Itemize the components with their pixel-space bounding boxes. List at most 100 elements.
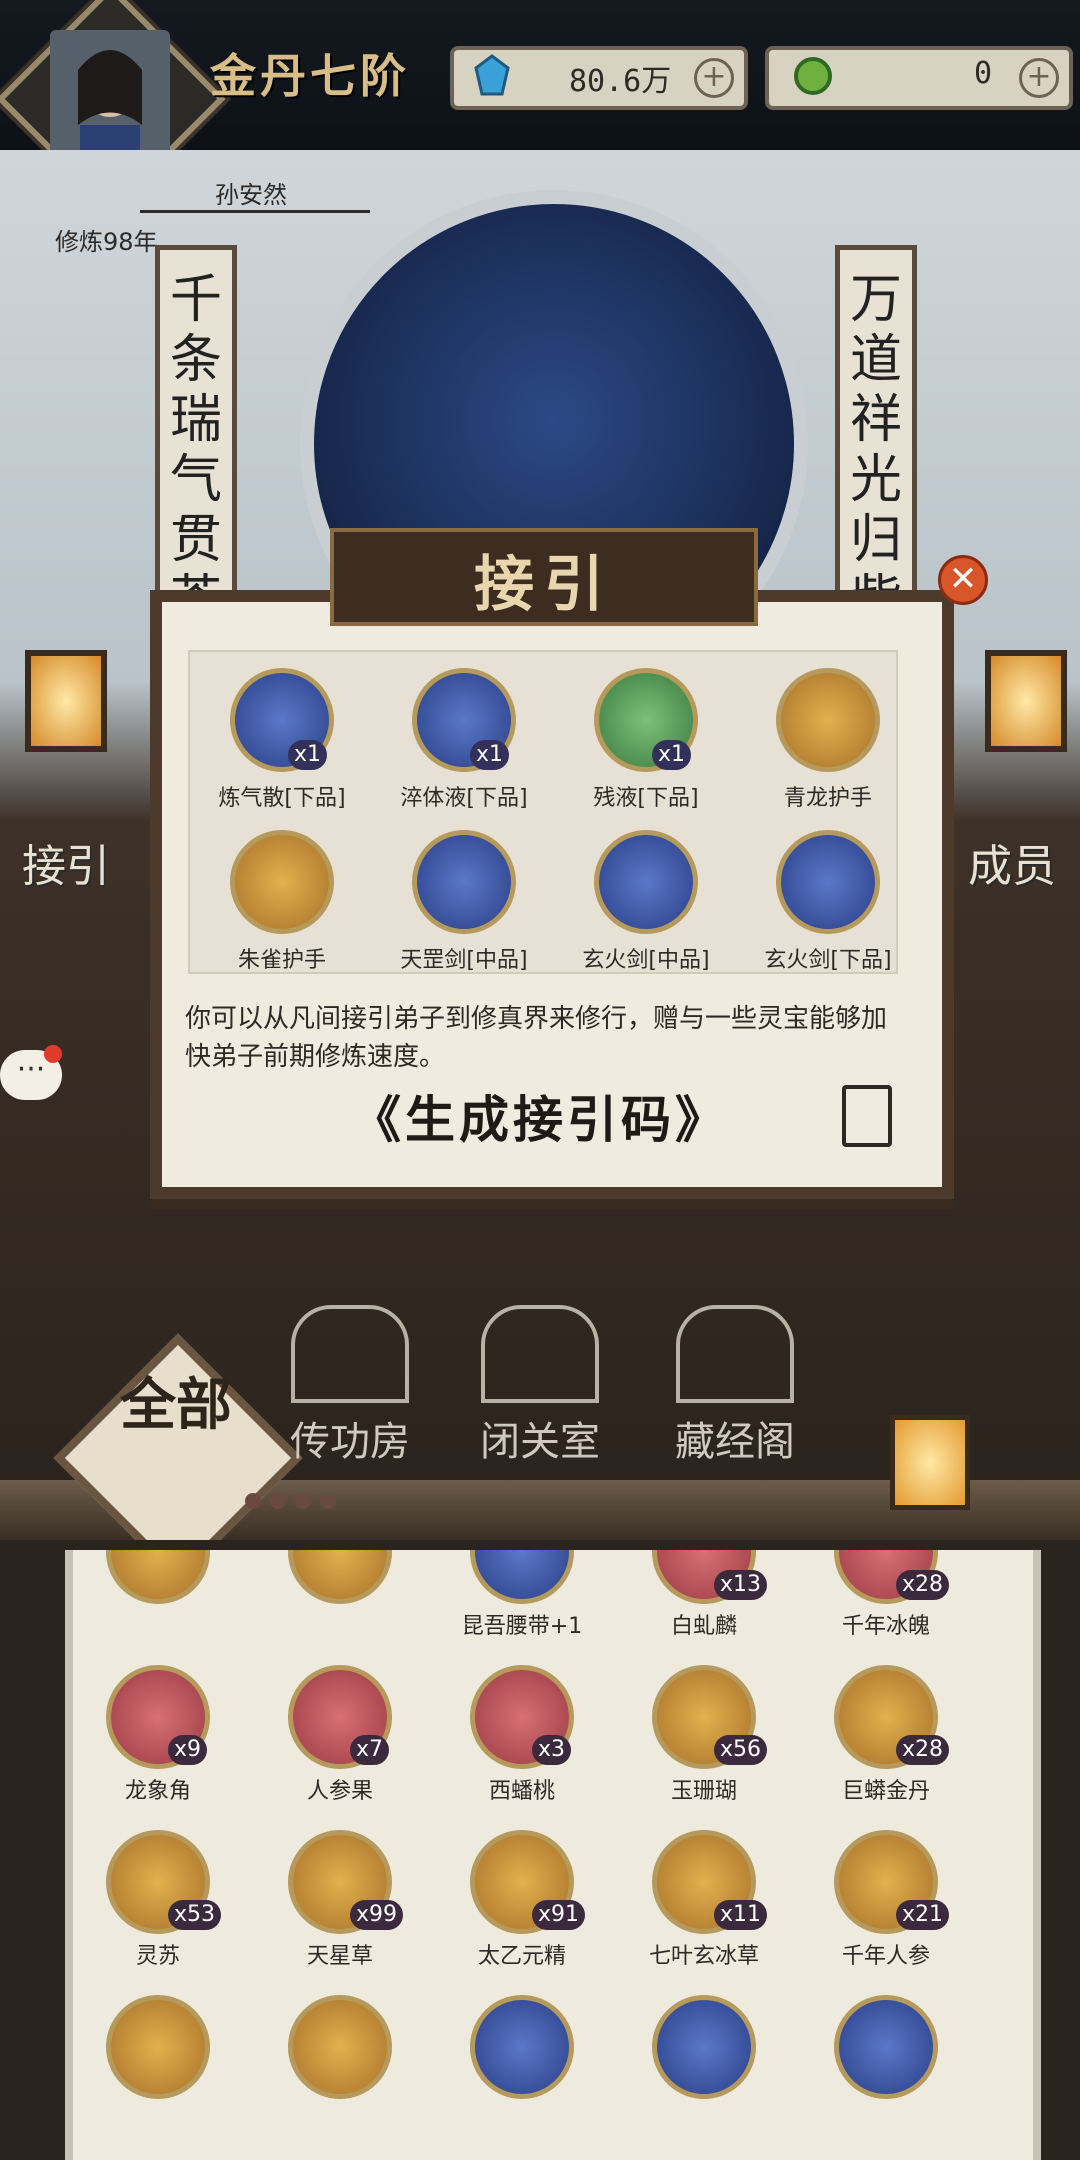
- close-button[interactable]: ✕: [938, 555, 988, 605]
- item-quantity: x7: [350, 1735, 390, 1765]
- couplet-left: 千条瑞气贯苍: [155, 245, 237, 630]
- inventory-item[interactable]: [73, 1550, 248, 1665]
- lantern-right: [985, 650, 1067, 752]
- page-dot[interactable]: [295, 1493, 311, 1509]
- add-spirit-stone-button[interactable]: +: [694, 58, 734, 98]
- members-side-button[interactable]: 成员: [968, 830, 1056, 894]
- room-teaching[interactable]: 传功房: [270, 1305, 430, 1467]
- jade-icon: [794, 57, 832, 95]
- inventory-item[interactable]: x3 西蟠桃: [432, 1665, 612, 1830]
- item-label: 玄火剑[中品]: [582, 948, 710, 973]
- pavilion-icon: [676, 1305, 794, 1403]
- item-label: 玄火剑[下品]: [764, 948, 892, 973]
- item-quantity: x1: [470, 740, 510, 770]
- gift-item[interactable]: 玄火剑[中品]: [556, 820, 736, 980]
- room-library[interactable]: 藏经阁: [655, 1305, 815, 1467]
- gift-item[interactable]: 天罡剑[中品]: [374, 820, 554, 980]
- inventory-item[interactable]: x91 太乙元精: [432, 1830, 612, 1995]
- item-quantity: x56: [714, 1735, 768, 1765]
- gift-item[interactable]: x1 淬体液[下品]: [374, 658, 554, 818]
- rank-title: 金丹七阶: [210, 49, 410, 103]
- inventory-panel: 昆吾腰带+1 x13 白虬麟 x28 千年冰魄 x9 龙象角 x7 人参果 x3 西蟠桃 x56 玉珊瑚…: [65, 1550, 1041, 2160]
- item-quantity: x53: [168, 1900, 222, 1930]
- page-dot[interactable]: [245, 1493, 261, 1509]
- item-icon: [412, 830, 516, 934]
- page-dot[interactable]: [270, 1493, 286, 1509]
- item-quantity: x99: [350, 1900, 404, 1930]
- spirit-stone-icon: [474, 54, 510, 96]
- room-label: 传功房: [290, 1419, 410, 1465]
- item-quantity: x9: [168, 1735, 208, 1765]
- inventory-item[interactable]: [614, 1995, 794, 2160]
- jade-value: 0: [974, 56, 993, 91]
- spirit-stone-value: 80.6万: [569, 64, 672, 99]
- inventory-item[interactable]: x99 天星草: [250, 1830, 430, 1995]
- inventory-item[interactable]: x53 灵苏: [73, 1830, 248, 1995]
- gift-item[interactable]: 玄火剑[下品]: [738, 820, 918, 980]
- jade-counter[interactable]: 0 +: [765, 46, 1073, 110]
- inventory-item[interactable]: x9 龙象角: [73, 1665, 248, 1830]
- player-name: 孙安然: [215, 181, 287, 209]
- item-quantity: x3: [532, 1735, 572, 1765]
- item-quantity: x91: [532, 1900, 586, 1930]
- item-icon: [594, 830, 698, 934]
- pavilion-icon: [481, 1305, 599, 1403]
- book-icon[interactable]: [842, 1085, 892, 1147]
- item-icon: [834, 1995, 938, 2099]
- page-dot[interactable]: [320, 1493, 336, 1509]
- item-icon: [288, 1995, 392, 2099]
- gift-item[interactable]: 青龙护手: [738, 658, 918, 818]
- item-icon: [230, 830, 334, 934]
- item-label: 太乙元精: [477, 1944, 566, 1969]
- item-label: 千年冰魄: [841, 1614, 930, 1639]
- dialog-title-plate: 接引: [330, 528, 758, 626]
- item-label: 淬体液[下品]: [400, 786, 528, 811]
- inventory-item[interactable]: x28 千年冰魄: [796, 1550, 976, 1665]
- gift-item[interactable]: 朱雀护手: [192, 820, 372, 980]
- item-label: 千年人参: [841, 1944, 930, 1969]
- inventory-item[interactable]: x11 七叶玄冰草: [614, 1830, 794, 1995]
- item-icon: [288, 1550, 392, 1604]
- item-icon: [106, 1550, 210, 1604]
- item-label: 巨蟒金丹: [841, 1779, 930, 1804]
- add-jade-button[interactable]: +: [1019, 58, 1059, 98]
- generate-code-button[interactable]: 《生成接引码》: [350, 1080, 730, 1150]
- spirit-stone-counter[interactable]: 80.6万 +: [450, 46, 748, 110]
- tab-all[interactable]: 全部: [96, 1375, 256, 1435]
- inventory-item[interactable]: x7 人参果: [250, 1665, 430, 1830]
- inventory-item[interactable]: [432, 1995, 612, 2160]
- inventory-item[interactable]: x21 千年人参: [796, 1830, 976, 1995]
- item-icon: [106, 1995, 210, 2099]
- avatar[interactable]: [50, 30, 170, 160]
- cultivation-years: 修炼98年: [55, 228, 158, 256]
- lantern-shelf: [890, 1415, 970, 1510]
- item-label: 人参果: [306, 1779, 373, 1804]
- item-quantity: x28: [896, 1570, 950, 1600]
- gift-item[interactable]: x1 炼气散[下品]: [192, 658, 372, 818]
- inventory-item[interactable]: x28 巨蟒金丹: [796, 1665, 976, 1830]
- inventory-item[interactable]: [796, 1995, 976, 2160]
- inventory-item[interactable]: 昆吾腰带+1: [432, 1550, 612, 1665]
- dialog-title: 接引: [474, 550, 614, 620]
- lantern-left: [25, 650, 107, 752]
- couplet-right: 万道祥光归紫: [835, 245, 917, 630]
- inventory-item[interactable]: x56 玉珊瑚: [614, 1665, 794, 1830]
- item-label: 七叶玄冰草: [648, 1944, 759, 1969]
- inventory-item[interactable]: x13 白虬麟: [614, 1550, 794, 1665]
- item-label: 白虬麟: [670, 1614, 737, 1639]
- item-label: 青龙护手: [783, 786, 872, 811]
- item-label: 朱雀护手: [237, 948, 326, 973]
- room-seclusion[interactable]: 闭关室: [460, 1305, 620, 1467]
- item-label: 西蟠桃: [488, 1779, 555, 1804]
- item-icon: [776, 830, 880, 934]
- gift-item[interactable]: x1 残液[下品]: [556, 658, 736, 818]
- inventory-item[interactable]: [250, 1995, 430, 2160]
- item-label: 灵苏: [135, 1944, 180, 1969]
- item-label: 残液[下品]: [593, 786, 699, 811]
- gift-item-grid: x1 炼气散[下品] x1 淬体液[下品] x1 残液[下品] 青龙护手 朱雀护手 天罡剑[中品…: [188, 650, 898, 974]
- item-icon: [470, 1550, 574, 1604]
- recruit-side-button[interactable]: 接引: [22, 830, 110, 894]
- inventory-item[interactable]: [73, 1995, 248, 2160]
- inventory-item[interactable]: [250, 1550, 430, 1665]
- pavilion-icon: [291, 1305, 409, 1403]
